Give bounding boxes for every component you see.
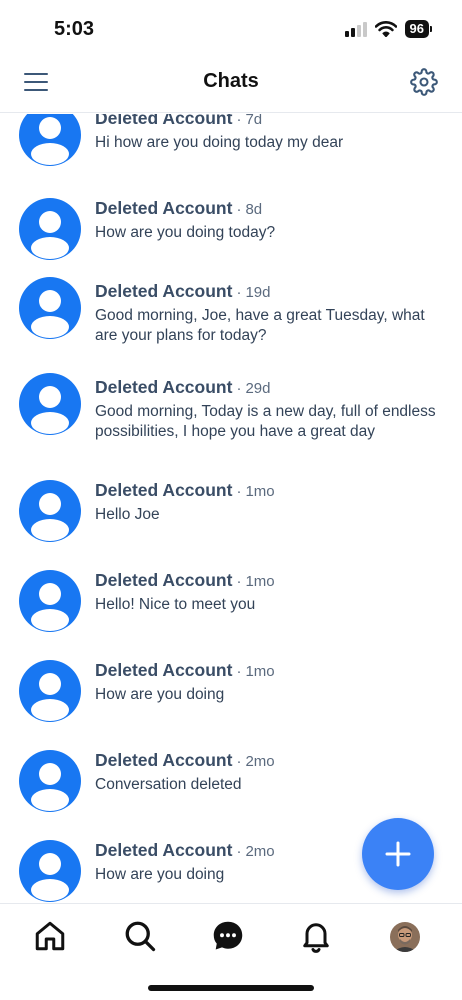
chat-preview: Deleted Account · 8d How are you doing toda… [95, 198, 444, 243]
separator-dot: · [236, 201, 242, 218]
chat-timestamp: 1mo [245, 663, 275, 680]
plus-icon [385, 841, 411, 867]
chat-last-message: Hello! Nice to meet you [95, 596, 256, 613]
chat-header-line: Deleted Account · 1mo [95, 480, 444, 501]
separator-dot: · [236, 573, 242, 590]
home-indicator [148, 985, 314, 991]
chat-list-item[interactable]: Deleted Account · 19d Good morning, Joe, ha… [0, 277, 462, 367]
separator-dot: · [236, 843, 242, 860]
chat-timestamp: 2mo [245, 753, 275, 770]
new-chat-button[interactable] [362, 818, 434, 890]
tab-search[interactable] [122, 918, 158, 954]
chat-timestamp: 19d [245, 284, 271, 301]
header: Chats [0, 60, 462, 113]
chat-contact-name: Deleted Account [95, 114, 233, 128]
chat-list-item[interactable]: Deleted Account · 29d Good morning, Today i… [0, 373, 462, 463]
tab-chats[interactable] [210, 918, 246, 954]
default-avatar-icon [19, 480, 81, 542]
default-avatar-icon [19, 660, 81, 722]
cellular-signal-icon [344, 21, 367, 37]
profile-avatar [390, 922, 420, 952]
default-avatar-icon [19, 373, 81, 435]
chat-timestamp: 7d [245, 114, 263, 128]
separator-dot: · [236, 663, 242, 680]
chat-contact-name: Deleted Account [95, 570, 233, 590]
chat-last-message: How are you doing [95, 686, 225, 703]
battery-icon: 96 [404, 20, 432, 38]
chat-last-message: Hi how are you doing today my dear [95, 134, 344, 151]
chat-header-line: Deleted Account · 7d [95, 114, 444, 129]
chat-list[interactable]: Deleted Account · 7d Hi how are you doing t… [0, 114, 462, 902]
chat-last-message: Good morning, Joe, have a great Tuesday,… [95, 307, 425, 344]
chat-timestamp: 8d [245, 201, 263, 218]
page-title: Chats [203, 70, 259, 92]
tab-home[interactable] [32, 918, 68, 954]
separator-dot: · [236, 114, 242, 128]
status-time: 5:03 [54, 18, 95, 40]
chat-header-line: Deleted Account · 1mo [95, 660, 444, 681]
default-avatar-icon [19, 840, 81, 902]
separator-dot: · [236, 483, 242, 500]
separator-dot: · [236, 380, 242, 397]
chat-timestamp: 2mo [245, 843, 275, 860]
chat-timestamp: 29d [245, 380, 271, 397]
bell-icon [303, 923, 329, 953]
default-avatar-icon [19, 198, 81, 260]
chat-header-line: Deleted Account · 29d [95, 377, 444, 398]
chat-contact-name: Deleted Account [95, 750, 233, 770]
separator-dot: · [236, 753, 242, 770]
separator-dot: · [236, 284, 242, 301]
search-icon [125, 921, 156, 952]
chat-bubble-icon [213, 921, 243, 950]
chat-list-item[interactable]: Deleted Account · 1mo Hello Joe [0, 480, 462, 566]
chat-header-line: Deleted Account · 1mo [95, 570, 444, 591]
chat-header-line: Deleted Account · 2mo [95, 750, 444, 771]
chat-contact-name: Deleted Account [95, 480, 233, 500]
chat-last-message: Good morning, Today is a new day, full o… [95, 403, 436, 440]
default-avatar-icon [19, 114, 81, 166]
chat-preview: Deleted Account · 29d Good morning, Today i… [95, 377, 444, 442]
default-avatar-icon [19, 570, 81, 632]
chat-last-message: Conversation deleted [95, 776, 242, 793]
chat-preview: Deleted Account · 1mo How are you doing [95, 660, 444, 705]
battery-level: 96 [404, 20, 429, 38]
chat-list-item[interactable]: Deleted Account · 1mo Hello! Nice to meet y… [0, 570, 462, 656]
chat-contact-name: Deleted Account [95, 198, 233, 218]
chat-timestamp: 1mo [245, 483, 275, 500]
chat-header-line: Deleted Account · 8d [95, 198, 444, 219]
chat-last-message: How are you doing today? [95, 224, 276, 241]
chat-list-item[interactable]: Deleted Account · 1mo How are you doing [0, 660, 462, 746]
default-avatar-icon [19, 277, 81, 339]
status-bar: 5:03 96 [0, 0, 462, 60]
chat-header-line: Deleted Account · 19d [95, 281, 444, 302]
chat-preview: Deleted Account · 2mo Conversation deleted [95, 750, 444, 795]
chat-list-item[interactable]: Deleted Account · 7d Hi how are you doing t… [0, 114, 462, 194]
home-icon [35, 921, 65, 951]
settings-button[interactable] [410, 68, 438, 96]
default-avatar-icon [19, 750, 81, 812]
chat-preview: Deleted Account · 7d Hi how are you doing t… [95, 114, 444, 153]
tab-notifications[interactable] [298, 918, 334, 954]
chat-contact-name: Deleted Account [95, 840, 233, 860]
wifi-icon [374, 21, 397, 37]
gear-icon [410, 68, 438, 96]
chat-timestamp: 1mo [245, 573, 275, 590]
chat-list-item[interactable]: Deleted Account · 8d How are you doing toda… [0, 198, 462, 284]
bottom-tab-bar [0, 903, 462, 1000]
status-icons: 96 [344, 20, 432, 38]
chat-contact-name: Deleted Account [95, 281, 233, 301]
chat-last-message: Hello Joe [95, 506, 160, 523]
tab-profile[interactable] [390, 922, 420, 952]
chat-contact-name: Deleted Account [95, 660, 233, 680]
chat-preview: Deleted Account · 1mo Hello! Nice to meet y… [95, 570, 444, 615]
chat-preview: Deleted Account · 1mo Hello Joe [95, 480, 444, 525]
chat-contact-name: Deleted Account [95, 377, 233, 397]
chat-preview: Deleted Account · 19d Good morning, Joe, ha… [95, 281, 444, 346]
